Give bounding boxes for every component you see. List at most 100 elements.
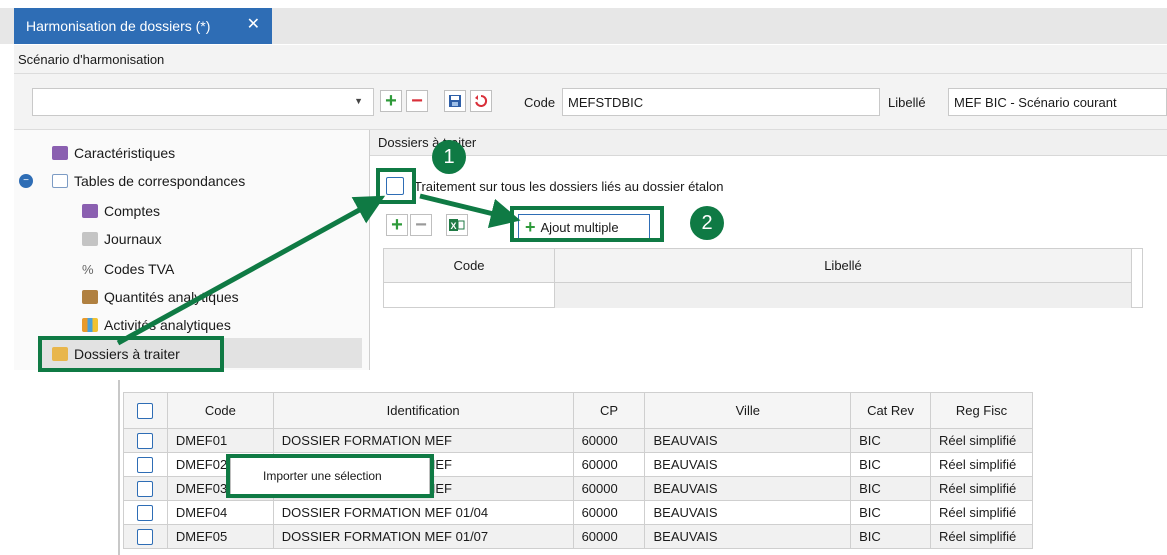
scenario-combo[interactable]: ▼: [32, 88, 374, 116]
column-header-libelle[interactable]: Libellé: [555, 249, 1132, 283]
tab-harmonisation[interactable]: Harmonisation de dossiers (*) ✕: [14, 8, 272, 44]
cell-cat-rev: BIC: [850, 524, 931, 549]
plus-icon: +: [385, 89, 397, 112]
svg-text:X: X: [451, 221, 457, 231]
callout-box-dossiers: [38, 336, 224, 372]
tree-item-label: Quantités analytiques: [104, 289, 239, 305]
purple-tag-icon: [52, 146, 68, 160]
column-header-cp[interactable]: CP: [572, 392, 646, 429]
table-row[interactable]: DMEF05 DOSSIER FORMATION MEF 01/07 60000…: [123, 524, 1033, 549]
collapse-icon[interactable]: −: [19, 174, 33, 188]
minus-icon: −: [411, 89, 423, 112]
tree-item-quantites[interactable]: Quantités analytiques: [82, 286, 239, 308]
remove-dossier-button[interactable]: −: [410, 214, 432, 236]
cell-code: DMEF05: [166, 524, 274, 549]
add-scenario-button[interactable]: +: [380, 90, 402, 112]
code-label: Code: [524, 95, 556, 110]
column-header-code[interactable]: Code: [384, 249, 555, 283]
callout-box-checkbox: [376, 168, 416, 204]
percent-icon: %: [82, 261, 94, 277]
tree-item-comptes[interactable]: Comptes: [82, 200, 160, 222]
panel-header: Dossiers à traiter: [370, 130, 1167, 156]
row-checkbox[interactable]: [137, 528, 154, 545]
tree-item-label: Journaux: [104, 231, 162, 247]
callout-box-importer: [226, 454, 434, 498]
column-header-identification[interactable]: Identification: [272, 392, 574, 429]
tree-item-tables[interactable]: − Tables de correspondances: [14, 170, 245, 192]
excel-icon: X: [449, 219, 465, 231]
table-row[interactable]: DMEF01 DOSSIER FORMATION MEF 60000 BEAUV…: [123, 428, 1033, 453]
scenario-section-title: Scénario d'harmonisation: [14, 45, 1167, 74]
cell-identification: DOSSIER FORMATION MEF: [272, 428, 574, 453]
plus-icon: +: [391, 213, 403, 236]
dossiers-grid: Code Libellé: [383, 248, 1143, 308]
column-header-cat-rev[interactable]: Cat Rev: [850, 392, 931, 429]
tree-item-label: Codes TVA: [104, 261, 175, 277]
chevron-down-icon[interactable]: ▼: [354, 96, 363, 106]
tree-item-codes-tva[interactable]: % Codes TVA: [82, 258, 174, 280]
grid-cell[interactable]: [555, 283, 1132, 308]
cell-ville: BEAUVAIS: [644, 428, 852, 453]
cell-reg-fisc: Réel simplifié: [929, 428, 1033, 453]
table-row[interactable]: DMEF04 DOSSIER FORMATION MEF 01/04 60000…: [123, 500, 1033, 525]
purple-tag-icon: [82, 204, 98, 218]
divider: [118, 380, 120, 555]
cell-code: DMEF01: [166, 428, 274, 453]
cell-cp: 60000: [572, 476, 646, 501]
column-header-reg-fisc[interactable]: Reg Fisc: [929, 392, 1033, 429]
add-dossier-button[interactable]: +: [386, 214, 408, 236]
dossiers-panel: Dossiers à traiter Traitement sur tous l…: [370, 130, 1167, 370]
cell-cp: 60000: [572, 452, 646, 477]
activity-icon: [82, 318, 98, 332]
tree-item-caracteristiques[interactable]: Caractéristiques: [52, 142, 175, 164]
cell-reg-fisc: Réel simplifié: [929, 476, 1033, 501]
minus-icon: −: [415, 213, 427, 236]
cell-identification: DOSSIER FORMATION MEF 01/07: [272, 524, 574, 549]
excel-export-button[interactable]: X: [446, 214, 468, 236]
libelle-label: Libellé: [888, 95, 926, 110]
save-button[interactable]: [444, 90, 466, 112]
row-checkbox[interactable]: [137, 480, 154, 497]
undo-icon: [475, 94, 488, 107]
libelle-field[interactable]: MEF BIC - Scénario courant: [948, 88, 1167, 116]
callout-badge-1: 1: [432, 140, 466, 174]
weight-icon: [82, 290, 98, 304]
column-header-code[interactable]: Code: [166, 392, 274, 429]
cell-cp: 60000: [572, 524, 646, 549]
tab-bar: Harmonisation de dossiers (*) ✕: [0, 8, 1167, 44]
cell-reg-fisc: Réel simplifié: [929, 452, 1033, 477]
cell-cat-rev: BIC: [850, 452, 931, 477]
cell-ville: BEAUVAIS: [644, 524, 852, 549]
cell-reg-fisc: Réel simplifié: [929, 524, 1033, 549]
cell-ville: BEAUVAIS: [644, 500, 852, 525]
callout-box-ajout: [510, 206, 664, 242]
save-icon: [449, 95, 461, 107]
table-icon: [52, 174, 68, 188]
tree-item-activites[interactable]: Activités analytiques: [82, 314, 231, 336]
row-checkbox[interactable]: [137, 456, 154, 473]
cell-cp: 60000: [572, 428, 646, 453]
tree-item-label: Caractéristiques: [74, 145, 176, 161]
select-all-checkbox[interactable]: [137, 402, 154, 419]
tree-panel: Caractéristiques − Tables de corresponda…: [14, 130, 370, 370]
tree-item-journaux[interactable]: Journaux: [82, 228, 162, 250]
row-checkbox[interactable]: [137, 504, 154, 521]
cell-ville: BEAUVAIS: [644, 452, 852, 477]
cell-cp: 60000: [572, 500, 646, 525]
column-header-ville[interactable]: Ville: [644, 392, 852, 429]
all-dossiers-label: Traitement sur tous les dossiers liés au…: [414, 179, 724, 194]
undo-button[interactable]: [470, 90, 492, 112]
row-checkbox[interactable]: [137, 432, 154, 449]
close-icon[interactable]: ✕: [247, 16, 260, 34]
remove-scenario-button[interactable]: −: [406, 90, 428, 112]
cell-cat-rev: BIC: [850, 476, 931, 501]
code-field[interactable]: MEFSTDBIC: [562, 88, 880, 116]
scenario-toolbar: ▼ + − Code MEFSTDBIC Libellé MEF BIC - S…: [14, 74, 1167, 130]
tab-title: Harmonisation de dossiers (*): [26, 18, 211, 34]
callout-badge-2: 2: [690, 206, 724, 240]
cell-reg-fisc: Réel simplifié: [929, 500, 1033, 525]
cell-identification: DOSSIER FORMATION MEF 01/04: [272, 500, 574, 525]
grid-cell[interactable]: [384, 283, 555, 308]
journal-icon: [82, 232, 98, 246]
select-all-checkbox-cell[interactable]: [123, 392, 168, 429]
